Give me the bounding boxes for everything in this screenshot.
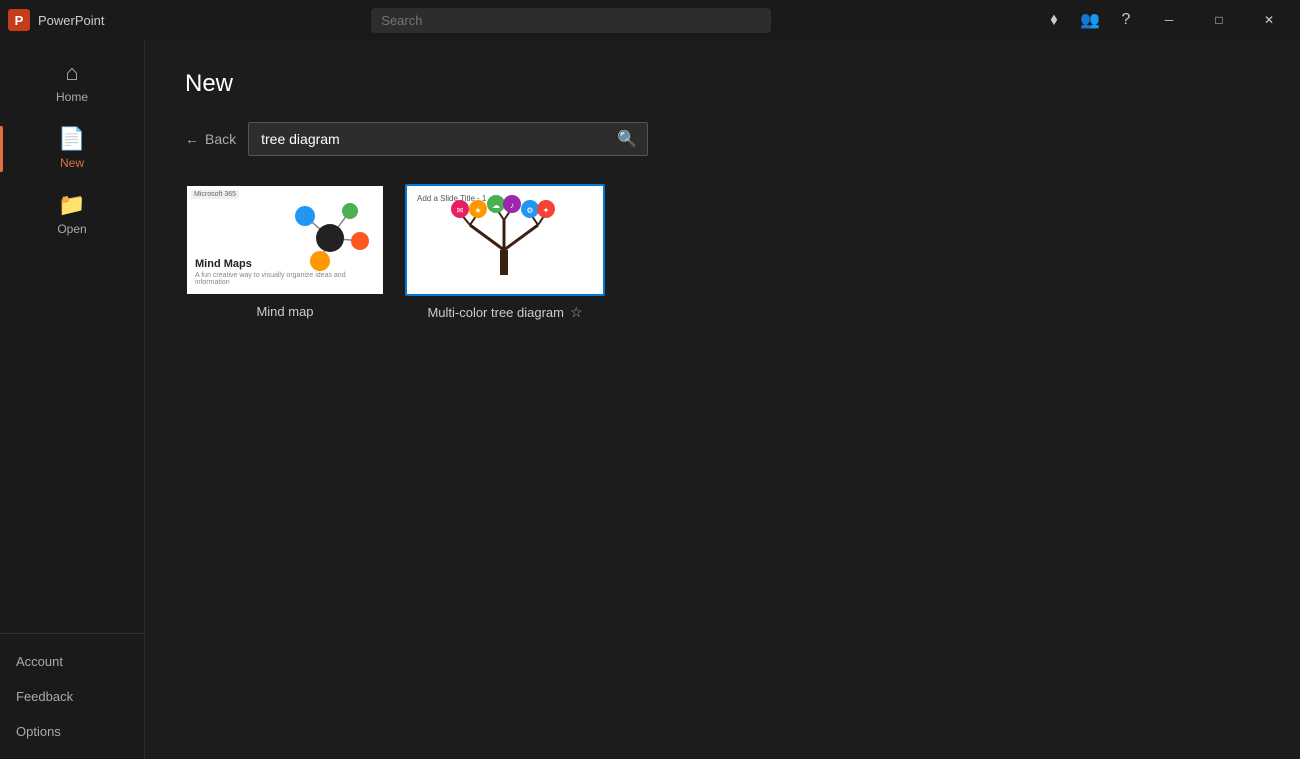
- titlebar-controls: ⬧ 👥 ? ─ □ ✕: [1038, 4, 1292, 36]
- sidebar-bottom: Account Feedback Options: [0, 633, 144, 759]
- sidebar: ⌂ Home 📄 New 📁 Open Account Feedback Opt…: [0, 40, 145, 759]
- search-button[interactable]: 🔍: [607, 123, 647, 155]
- back-arrow-icon: ←: [185, 131, 199, 147]
- people-icon[interactable]: 👥: [1074, 4, 1106, 36]
- sidebar-item-home[interactable]: ⌂ Home: [0, 50, 144, 116]
- titlebar-search-input[interactable]: [371, 8, 771, 33]
- svg-text:☁: ☁: [492, 201, 500, 210]
- sidebar-item-open[interactable]: 📁 Open: [0, 182, 144, 248]
- template-card-tree[interactable]: Add a Slide Title - 1: [405, 184, 605, 321]
- star-icon[interactable]: ☆: [570, 304, 583, 321]
- template-label-tree: Multi-color tree diagram ☆: [427, 304, 582, 321]
- search-input[interactable]: [249, 125, 607, 153]
- svg-text:✦: ✦: [543, 206, 550, 215]
- tree-slide-title: Add a Slide Title - 1: [417, 194, 486, 203]
- maximize-button[interactable]: □: [1196, 4, 1242, 36]
- template-thumb-tree[interactable]: Add a Slide Title - 1: [405, 184, 605, 296]
- tree-thumbnail: Add a Slide Title - 1: [407, 186, 603, 294]
- close-button[interactable]: ✕: [1246, 4, 1292, 36]
- template-name-tree: Multi-color tree diagram: [427, 305, 564, 320]
- svg-text:✉: ✉: [457, 206, 464, 215]
- template-thumb-mind-map[interactable]: Microsoft 365: [185, 184, 385, 296]
- help-icon[interactable]: ?: [1110, 4, 1142, 36]
- svg-text:★: ★: [474, 206, 481, 215]
- app-icon: P: [8, 9, 30, 31]
- search-box: 🔍: [248, 122, 648, 156]
- template-card-mind-map[interactable]: Microsoft 365: [185, 184, 385, 321]
- template-label-mind-map: Mind map: [256, 304, 313, 319]
- search-row: ← Back 🔍: [185, 122, 1260, 156]
- sidebar-item-feedback[interactable]: Feedback: [0, 679, 144, 714]
- mindmap-thumbnail: Microsoft 365: [187, 186, 383, 294]
- back-label: Back: [205, 131, 236, 147]
- mindmap-svg: [285, 196, 375, 276]
- app-name: PowerPoint: [38, 13, 104, 28]
- back-button[interactable]: ← Back: [185, 131, 236, 147]
- diamond-icon[interactable]: ⬧: [1038, 4, 1070, 36]
- titlebar-left: P PowerPoint: [8, 9, 104, 31]
- main-layout: ⌂ Home 📄 New 📁 Open Account Feedback Opt…: [0, 40, 1300, 759]
- titlebar: P PowerPoint ⬧ 👥 ? ─ □ ✕: [0, 0, 1300, 40]
- sidebar-item-options[interactable]: Options: [0, 714, 144, 749]
- sidebar-item-new-label: New: [60, 156, 84, 170]
- home-icon: ⌂: [65, 62, 78, 84]
- template-name-mind-map: Mind map: [256, 304, 313, 319]
- page-title: New: [185, 70, 1260, 98]
- sidebar-item-new[interactable]: 📄 New: [0, 116, 144, 182]
- templates-grid: Microsoft 365: [185, 184, 1260, 321]
- sidebar-nav: ⌂ Home 📄 New 📁 Open: [0, 50, 144, 633]
- content-area: New ← Back 🔍 Microsoft 365: [145, 40, 1300, 759]
- sidebar-item-home-label: Home: [56, 90, 88, 104]
- minimize-button[interactable]: ─: [1146, 4, 1192, 36]
- sidebar-item-open-label: Open: [57, 222, 86, 236]
- tree-svg: ✉ ★ ☁ ♪ ⚙ ✦: [450, 195, 560, 285]
- open-icon: 📁: [58, 194, 85, 216]
- sidebar-item-account[interactable]: Account: [0, 644, 144, 679]
- svg-text:⚙: ⚙: [526, 206, 533, 215]
- svg-text:♪: ♪: [510, 201, 514, 210]
- titlebar-search-area: [371, 8, 771, 33]
- new-icon: 📄: [58, 128, 85, 150]
- mindmap-badge: Microsoft 365: [191, 190, 239, 199]
